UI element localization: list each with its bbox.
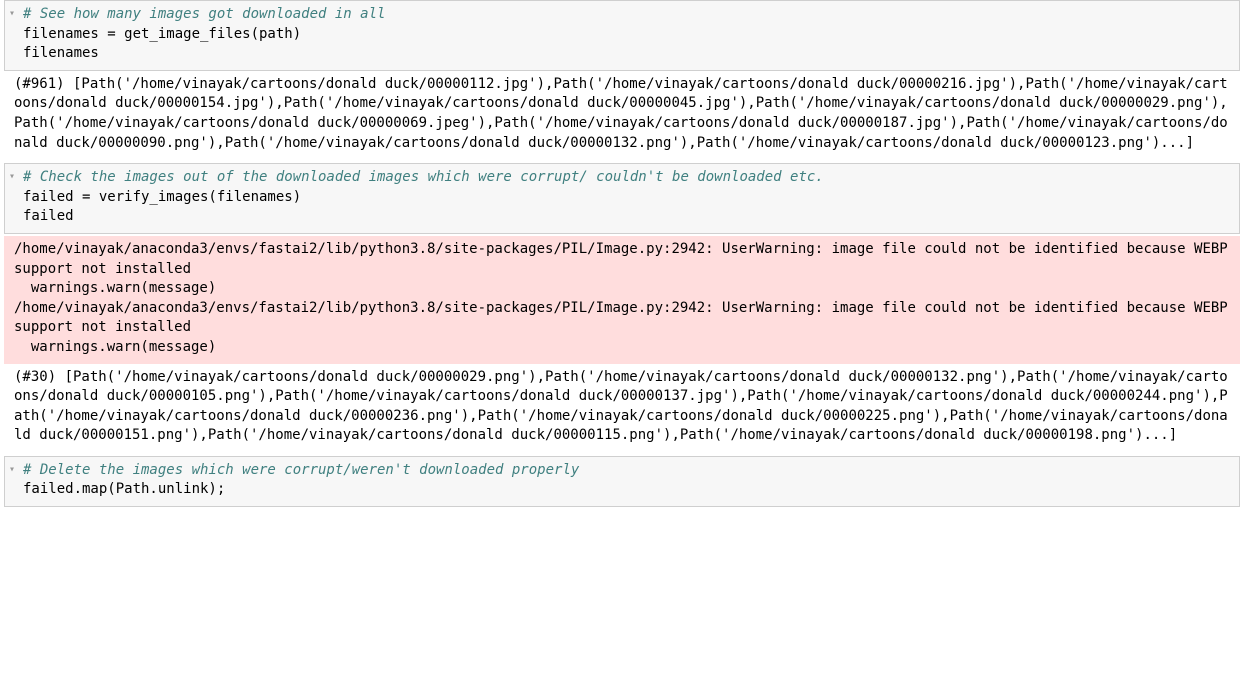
notebook-cell: ▾ # Delete the images which were corrupt…: [4, 456, 1240, 507]
notebook-cell: ▾ # See how many images got downloaded i…: [4, 0, 1240, 159]
code-comment: # Delete the images which were corrupt/w…: [23, 462, 579, 478]
cell-warning-output: /home/vinayak/anaconda3/envs/fastai2/lib…: [4, 236, 1240, 364]
code-input-area[interactable]: ▾ # Delete the images which were corrupt…: [4, 456, 1240, 507]
code-line: filenames = get_image_files(path): [23, 26, 301, 42]
code-content[interactable]: # Delete the images which were corrupt/w…: [17, 457, 1239, 506]
cell-output: (#961) [Path('/home/vinayak/cartoons/don…: [4, 71, 1240, 159]
code-comment: # See how many images got downloaded in …: [23, 6, 385, 22]
code-input-area[interactable]: ▾ # See how many images got downloaded i…: [4, 0, 1240, 71]
code-line: failed.map(Path.unlink);: [23, 481, 225, 497]
code-line: filenames: [23, 45, 99, 61]
code-content[interactable]: # Check the images out of the downloaded…: [17, 164, 1239, 233]
collapse-toggle-icon[interactable]: ▾: [5, 457, 17, 477]
cell-output: (#30) [Path('/home/vinayak/cartoons/dona…: [4, 364, 1240, 452]
code-comment: # Check the images out of the downloaded…: [23, 169, 824, 185]
code-input-area[interactable]: ▾ # Check the images out of the download…: [4, 163, 1240, 234]
collapse-toggle-icon[interactable]: ▾: [5, 1, 17, 21]
code-content[interactable]: # See how many images got downloaded in …: [17, 1, 1239, 70]
code-line: failed: [23, 208, 74, 224]
notebook-cell: ▾ # Check the images out of the download…: [4, 163, 1240, 452]
code-line: failed = verify_images(filenames): [23, 189, 301, 205]
collapse-toggle-icon[interactable]: ▾: [5, 164, 17, 184]
